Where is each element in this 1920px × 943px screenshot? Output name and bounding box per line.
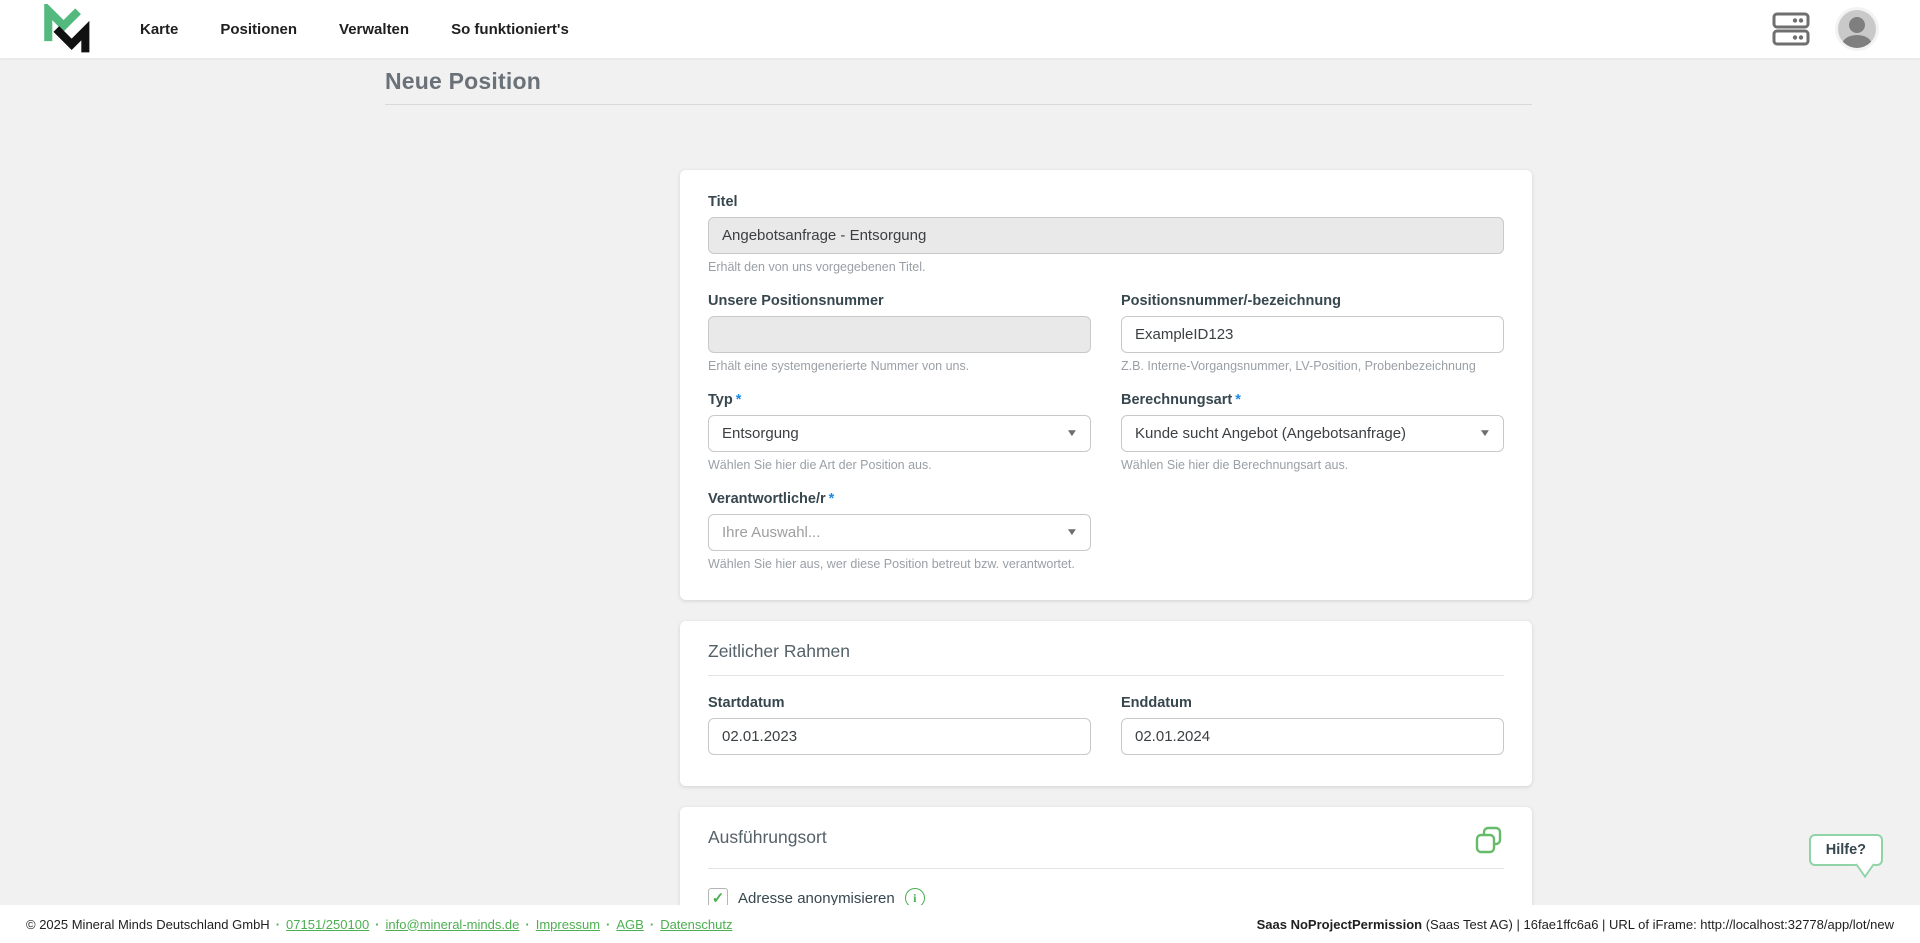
server-icon[interactable] <box>1772 12 1810 46</box>
verantwortliche-select[interactable]: Ihre Auswahl... ▼ <box>708 514 1091 551</box>
footer-phone-link[interactable]: 07151/250100 <box>286 917 369 932</box>
field-typ: Typ * Entsorgung ▼ Wählen Sie hier die Ar… <box>708 392 1091 472</box>
separator-dot: · <box>375 916 380 932</box>
required-asterisk: * <box>828 491 835 507</box>
anonymisieren-label: Adresse anonymisieren <box>738 889 895 907</box>
saas-permission-label: Saas NoProjectPermission <box>1256 916 1423 932</box>
footer-agb-link[interactable]: AGB <box>616 917 643 932</box>
footer: © 2025 Mineral Minds Deutschland GmbH · … <box>0 905 1920 943</box>
page-title-wrap: Neue Position <box>385 68 1532 105</box>
separator-dot: · <box>649 916 655 932</box>
berechnungsart-label: Berechnungsart * <box>1121 392 1241 408</box>
titel-input <box>708 217 1504 254</box>
field-berechnungsart: Berechnungsart * Kunde sucht Angebot (Ang… <box>1121 392 1504 472</box>
user-avatar[interactable] <box>1838 10 1876 48</box>
field-enddatum: Enddatum <box>1121 695 1504 755</box>
top-navbar: Karte Positionen Verwalten So funktionie… <box>0 0 1920 58</box>
nav-item-so-funktionierts[interactable]: So funktioniert's <box>451 21 569 38</box>
zeitraum-heading: Zeitlicher Rahmen <box>708 641 850 661</box>
field-verantwortliche: Verantwortliche/r * Ihre Auswahl... ▼ Wäh… <box>708 491 1091 571</box>
titel-label: Titel <box>708 194 738 210</box>
nav-item-verwalten[interactable]: Verwalten <box>339 21 409 38</box>
divider <box>708 675 1504 676</box>
nav-item-karte[interactable]: Karte <box>140 21 178 38</box>
saas-session-details: (Saas Test AG) | 16fae1ffc6a6 | URL of i… <box>1422 916 1894 932</box>
positionsnummer-label: Positionsnummer/-bezeichnung <box>1121 293 1341 309</box>
verantwortliche-label: Verantwortliche/r * <box>708 491 835 507</box>
nav-item-positionen[interactable]: Positionen <box>220 21 297 38</box>
footer-left: © 2025 Mineral Minds Deutschland GmbH · … <box>26 917 732 932</box>
berechnungsart-helper: Wählen Sie hier die Berechnungsart aus. <box>1121 458 1349 472</box>
verantwortliche-helper: Wählen Sie hier aus, wer diese Position … <box>708 557 1075 571</box>
footer-session-info: Saas NoProjectPermission (Saas Test AG) … <box>1257 917 1894 932</box>
field-unsere-positionsnummer: Unsere Positionsnummer Erhält eine syste… <box>708 293 1091 373</box>
required-asterisk: * <box>1235 392 1241 408</box>
typ-select-value: Entsorgung <box>722 425 799 442</box>
unsere-positionsnummer-label: Unsere Positionsnummer <box>708 293 884 309</box>
enddatum-input[interactable] <box>1121 718 1504 755</box>
check-icon: ✓ <box>711 889 725 907</box>
chevron-down-icon: ▼ <box>1065 428 1079 439</box>
page-title: Neue Position <box>385 68 541 94</box>
main-nav: Karte Positionen Verwalten So funktionie… <box>140 21 569 38</box>
berechnungsart-select-value: Kunde sucht Angebot (Angebotsanfrage) <box>1135 425 1407 442</box>
chevron-down-icon: ▼ <box>1065 527 1079 538</box>
positionsnummer-helper: Z.B. Interne-Vorgangsnummer, LV-Position… <box>1121 359 1476 373</box>
footer-impressum-link[interactable]: Impressum <box>536 917 600 932</box>
startdatum-label: Startdatum <box>708 695 785 711</box>
help-button[interactable]: Hilfe? <box>1808 834 1883 866</box>
copyright-text: © 2025 Mineral Minds Deutschland GmbH <box>26 916 270 932</box>
divider <box>708 868 1504 869</box>
field-startdatum: Startdatum <box>708 695 1091 755</box>
card-zeitlicher-rahmen: Zeitlicher Rahmen Startdatum Enddatum <box>680 621 1532 786</box>
separator-dot: · <box>275 916 281 932</box>
field-titel: Titel Erhält den von uns vorgegebenen Ti… <box>708 194 1504 274</box>
typ-helper: Wählen Sie hier die Art der Position aus… <box>708 458 932 472</box>
unsere-positionsnummer-helper: Erhält eine systemgenerierte Nummer von … <box>708 359 970 373</box>
card-position-data: Titel Erhält den von uns vorgegebenen Ti… <box>680 170 1532 600</box>
chevron-down-icon: ▼ <box>1478 428 1492 439</box>
mineral-minds-logo-icon[interactable] <box>40 4 92 54</box>
navbar-right <box>1772 10 1876 48</box>
field-positionsnummer: Positionsnummer/-bezeichnung Z.B. Intern… <box>1121 293 1504 373</box>
positionsnummer-input[interactable] <box>1121 316 1504 353</box>
main-content: Neue Position Titel Erhält den von uns v… <box>0 58 1920 943</box>
unsere-positionsnummer-input <box>708 316 1091 353</box>
required-asterisk: * <box>735 392 742 408</box>
startdatum-input[interactable] <box>708 718 1091 755</box>
avatar-body-icon <box>1842 35 1872 48</box>
separator-dot: · <box>525 916 530 932</box>
enddatum-label: Enddatum <box>1121 695 1192 711</box>
form-cards: Titel Erhält den von uns vorgegebenen Ti… <box>680 170 1532 943</box>
titel-helper: Erhält den von uns vorgegebenen Titel. <box>708 260 926 274</box>
footer-datenschutz-link[interactable]: Datenschutz <box>660 917 732 932</box>
typ-label: Typ * <box>708 392 742 408</box>
footer-email-link[interactable]: info@mineral-minds.de <box>386 917 520 932</box>
berechnungsart-select[interactable]: Kunde sucht Angebot (Angebotsanfrage) ▼ <box>1121 415 1504 452</box>
ausfuehrungsort-heading: Ausführungsort <box>708 827 827 847</box>
verantwortliche-select-placeholder: Ihre Auswahl... <box>722 524 821 541</box>
typ-select[interactable]: Entsorgung ▼ <box>708 415 1091 452</box>
copy-icon[interactable] <box>1474 825 1504 855</box>
separator-dot: · <box>606 916 611 932</box>
avatar-head-icon <box>1849 17 1865 33</box>
